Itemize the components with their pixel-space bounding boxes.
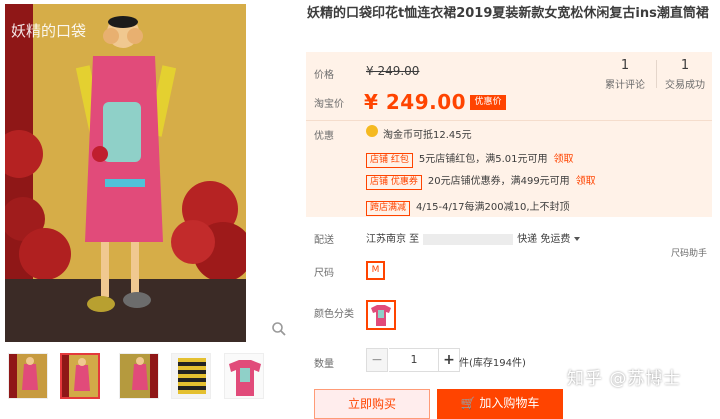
delivery-origin: 江苏南京 至 xyxy=(366,234,420,245)
brand-overlay: 妖精的口袋 xyxy=(11,22,86,40)
buy-now-button[interactable]: 立即购买 xyxy=(314,389,430,419)
delivery-info[interactable]: 江苏南京 至 快递 免运费 xyxy=(366,230,581,245)
product-info: 妖精的口袋印花t恤连衣裙2019夏装新款女宽松休闲复古ins潮直筒裙 价格 ¥ … xyxy=(306,0,720,419)
thumbnail-5[interactable] xyxy=(224,353,264,399)
stock-text: 件(库存194件) xyxy=(459,358,526,369)
color-label: 颜色分类 xyxy=(314,309,354,320)
review-count: 1 xyxy=(620,58,630,73)
watermark: 知乎 @苏博士 xyxy=(567,369,682,389)
color-option-swatch[interactable] xyxy=(366,300,396,330)
add-to-cart-button[interactable]: 🛒 加入购物车 xyxy=(437,389,563,419)
delivery-method: 快递 免运费 xyxy=(517,234,571,245)
size-helper-link[interactable]: 尺码助手 xyxy=(671,246,707,259)
original-price: ¥ 249.00 xyxy=(366,64,420,78)
quantity-label: 数量 xyxy=(314,359,334,370)
quantity-increment-button[interactable]: + xyxy=(438,348,460,372)
sales-count-label: 交易成功 xyxy=(665,80,705,91)
claim-redpacket-link[interactable]: 领取 xyxy=(554,154,574,165)
add-to-cart-label: 加入购物车 xyxy=(479,396,540,410)
promo-shop-redpacket: 店铺 红包 5元店铺红包，满5.01元可用 领取 xyxy=(366,150,574,168)
sales-count-stat[interactable]: 1 交易成功 xyxy=(660,58,710,91)
thumbnail-4[interactable] xyxy=(171,353,211,399)
thumbnail-1[interactable] xyxy=(8,353,48,399)
promo-tag-cross-store: 跨店满减 xyxy=(366,201,411,216)
promo-text-redpacket: 5元店铺红包，满5.01元可用 xyxy=(418,154,548,165)
coin-discount-text: 淘金币可抵12.45元 xyxy=(383,130,472,141)
price-divider xyxy=(306,120,712,121)
discount-label: 优惠 xyxy=(314,131,334,142)
promo-tag-coupon: 店铺 优惠券 xyxy=(366,175,422,190)
review-count-label: 累计评论 xyxy=(605,80,645,91)
promo-shop-coupon: 店铺 优惠券 20元店铺优惠券，满499元可用 领取 xyxy=(366,172,596,190)
product-gallery: 妖精的口袋 xyxy=(0,0,300,405)
size-option-m[interactable]: M xyxy=(366,261,385,280)
promo-tag-redpacket: 店铺 红包 xyxy=(366,153,413,168)
promo-text-coupon: 20元店铺优惠券，满499元可用 xyxy=(427,176,570,187)
product-title: 妖精的口袋印花t恤连衣裙2019夏装新款女宽松休闲复古ins潮直筒裙 xyxy=(307,6,709,21)
coin-icon xyxy=(366,125,378,137)
delivery-label: 配送 xyxy=(314,235,334,246)
caret-down-icon xyxy=(574,237,581,241)
main-product-image[interactable]: 妖精的口袋 xyxy=(5,4,246,342)
taobao-price-label: 淘宝价 xyxy=(314,99,344,110)
sale-tag: 优惠价 xyxy=(470,95,506,110)
sales-count: 1 xyxy=(680,58,690,73)
quantity-decrement-button[interactable]: − xyxy=(366,348,388,372)
size-label: 尺码 xyxy=(314,268,334,279)
quantity-input[interactable]: 1 xyxy=(389,348,439,372)
zoom-icon[interactable] xyxy=(270,320,288,338)
review-count-stat[interactable]: 1 累计评论 xyxy=(602,58,648,91)
stats-divider xyxy=(656,60,657,88)
thumbnail-strip xyxy=(8,353,278,401)
price-panel: 价格 ¥ 249.00 淘宝价 ¥ 249.00 优惠价 1 累计评论 1 交易… xyxy=(306,52,712,217)
destination-redacted xyxy=(423,233,514,245)
thumbnail-3[interactable] xyxy=(119,353,159,399)
cart-icon: 🛒 xyxy=(460,396,480,410)
promo-text-cross-store: 4/15-4/17每满200减10,上不封顶 xyxy=(416,202,570,213)
current-price: ¥ 249.00 xyxy=(364,90,467,114)
price-label: 价格 xyxy=(314,70,334,81)
promo-cross-store: 跨店满减 4/15-4/17每满200减10,上不封顶 xyxy=(366,198,570,216)
claim-coupon-link[interactable]: 领取 xyxy=(576,176,596,187)
thumbnail-2[interactable] xyxy=(60,353,100,399)
